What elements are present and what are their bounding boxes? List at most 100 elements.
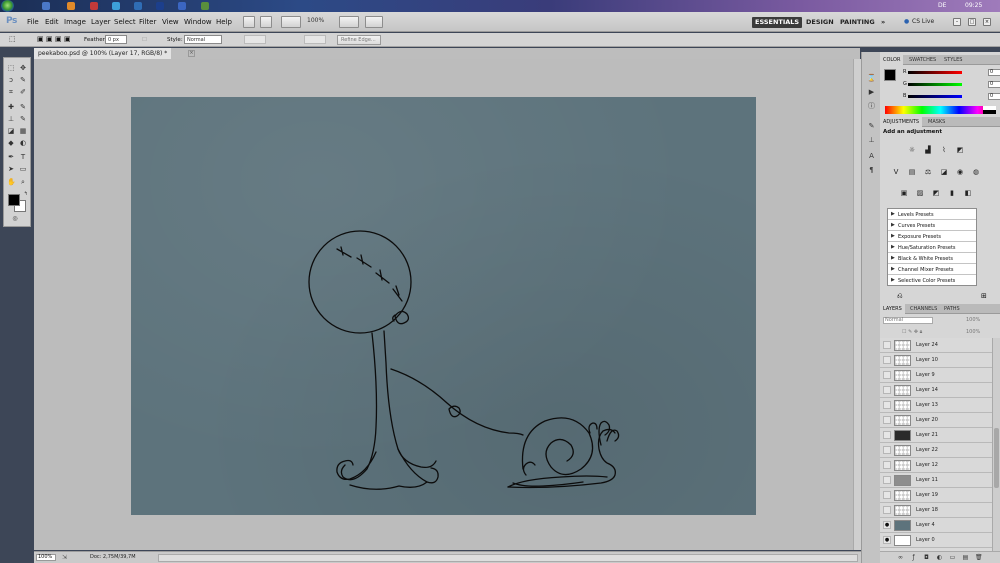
anti-alias-checkbox[interactable]: ☐ — [142, 37, 147, 43]
layer-visibility-icon[interactable] — [883, 431, 891, 439]
preset-item[interactable]: ▶ Hue/Saturation Presets — [888, 242, 976, 253]
layer-visibility-icon[interactable] — [883, 386, 891, 394]
layer-visibility-icon[interactable] — [883, 491, 891, 499]
tab-styles[interactable]: STYLES — [941, 55, 965, 65]
refine-edge-button[interactable]: Refine Edge... — [337, 35, 381, 45]
layer-row[interactable]: Layer 24 — [880, 338, 992, 353]
blue-value-input[interactable]: 0 — [988, 93, 1000, 100]
black-white-ramp[interactable] — [983, 106, 996, 114]
close-document-icon[interactable]: × — [188, 50, 195, 57]
layer-name[interactable]: Layer 20 — [916, 417, 938, 423]
vertical-scrollbar[interactable] — [853, 59, 861, 550]
vibrance-icon[interactable]: V — [891, 168, 901, 177]
menu-view[interactable]: View — [162, 18, 179, 26]
taskbar-app-icon[interactable] — [42, 2, 50, 10]
height-input[interactable] — [304, 35, 326, 44]
workspace-painting[interactable]: PAINTING — [837, 17, 878, 28]
threshold-icon[interactable]: ◩ — [931, 189, 941, 198]
brightness-contrast-icon[interactable]: ☼ — [907, 146, 917, 155]
layer-visibility-icon[interactable] — [883, 371, 891, 379]
zoom-readout[interactable]: 100% — [36, 554, 56, 561]
layer-visibility-icon[interactable] — [883, 416, 891, 424]
red-slider[interactable]: R 0 — [903, 69, 1000, 77]
minimize-icon[interactable]: – — [953, 18, 961, 26]
marquee-tool-preset-icon[interactable]: ⬚ — [9, 35, 16, 43]
history-brush-icon[interactable]: ✎ — [19, 115, 27, 123]
layer-style-icon[interactable]: ƒ — [910, 554, 917, 561]
workspace-design[interactable]: DESIGN — [803, 17, 837, 28]
document-canvas[interactable] — [131, 97, 756, 515]
feather-input[interactable]: 0 px — [105, 35, 127, 44]
adjustments-menu-icon[interactable]: ⊞ — [981, 292, 987, 300]
close-icon[interactable]: × — [983, 18, 991, 26]
layer-thumbnail[interactable] — [894, 385, 911, 396]
start-button[interactable] — [1, 0, 14, 12]
blue-slider[interactable]: B 0 — [903, 93, 1000, 101]
rectangular-marquee-tool-icon[interactable]: ⬚ — [7, 64, 15, 72]
layer-visibility-icon[interactable]: ● — [883, 521, 891, 529]
layer-visibility-icon[interactable] — [883, 476, 891, 484]
zoom-level-select[interactable]: 100% — [307, 17, 324, 24]
layer-row[interactable]: Layer 21 — [880, 428, 992, 443]
tab-masks[interactable]: MASKS — [925, 117, 948, 127]
clone-source-panel-icon[interactable]: ⊥ — [866, 136, 877, 145]
green-track[interactable] — [908, 83, 962, 86]
green-slider[interactable]: G 0 — [903, 81, 1000, 89]
red-track[interactable] — [908, 71, 962, 74]
layer-thumbnail[interactable] — [894, 430, 911, 441]
layer-name[interactable]: Layer 10 — [916, 357, 938, 363]
curves-icon[interactable]: ⌇ — [939, 146, 949, 155]
spot-healing-brush-icon[interactable]: ✚ — [7, 103, 15, 111]
screen-mode-button[interactable] — [365, 16, 383, 28]
taskbar-app-icon[interactable] — [134, 2, 142, 10]
color-balance-icon[interactable]: ⚖ — [923, 168, 933, 177]
preset-item[interactable]: ▶ Curves Presets — [888, 220, 976, 231]
photo-filter-icon[interactable]: ◉ — [955, 168, 965, 177]
export-icon[interactable]: ⇲ — [62, 554, 67, 561]
foreground-color-preview[interactable] — [884, 69, 896, 81]
layer-name[interactable]: Layer 9 — [916, 372, 935, 378]
brushes-panel-icon[interactable]: ✎ — [866, 122, 877, 131]
layer-thumbnail[interactable] — [894, 340, 911, 351]
taskbar-app-icon[interactable] — [90, 2, 98, 10]
new-adjustment-layer-icon[interactable]: ◐ — [936, 554, 943, 561]
dodge-tool-icon[interactable]: ◐ — [19, 139, 27, 147]
layer-thumbnail[interactable] — [894, 415, 911, 426]
view-extras-button[interactable] — [281, 16, 301, 28]
document-size-readout[interactable]: Doc: 2,75M/39,7M — [90, 554, 136, 560]
actions-panel-icon[interactable]: ▶ — [866, 88, 877, 97]
more-workspaces-button[interactable]: » — [878, 17, 888, 28]
layer-name[interactable]: Layer 13 — [916, 402, 938, 408]
horizontal-scrollbar[interactable] — [158, 554, 858, 562]
layers-scrollbar[interactable] — [992, 338, 1000, 551]
tab-layers[interactable]: LAYERS — [880, 304, 905, 314]
layer-name[interactable]: Layer 24 — [916, 342, 938, 348]
arrange-documents-button[interactable] — [339, 16, 359, 28]
layer-name[interactable]: Layer 18 — [916, 507, 938, 513]
shape-tool-icon[interactable]: ▭ — [19, 165, 27, 173]
hand-tool-icon[interactable]: ✋ — [7, 178, 16, 186]
red-value-input[interactable]: 0 — [988, 69, 1000, 76]
layer-row[interactable]: Layer 13 — [880, 398, 992, 413]
new-group-icon[interactable]: ▭ — [949, 554, 956, 561]
layer-visibility-icon[interactable] — [883, 401, 891, 409]
layer-row[interactable]: Layer 19 — [880, 488, 992, 503]
tab-adjustments[interactable]: ADJUSTMENTS — [880, 117, 923, 127]
system-clock[interactable]: 09:25 — [965, 2, 982, 9]
layer-name[interactable]: Layer 22 — [916, 447, 938, 453]
selective-color-icon[interactable]: ◧ — [963, 189, 973, 198]
blend-mode-select[interactable]: Normal — [883, 317, 933, 324]
layer-visibility-icon[interactable] — [883, 506, 891, 514]
layer-name[interactable]: Layer 4 — [916, 522, 935, 528]
tab-paths[interactable]: PATHS — [941, 304, 963, 314]
expand-triangle-icon[interactable]: ▶ — [891, 233, 895, 239]
layer-name[interactable]: Layer 11 — [916, 477, 938, 483]
preset-item[interactable]: ▶ Black & White Presets — [888, 253, 976, 264]
layer-thumbnail[interactable] — [894, 505, 911, 516]
taskbar-app-icon[interactable] — [67, 2, 75, 10]
language-indicator[interactable]: DE — [938, 2, 946, 9]
layer-thumbnail[interactable] — [894, 460, 911, 471]
preset-item[interactable]: ▶ Selective Color Presets — [888, 275, 976, 286]
layer-thumbnail[interactable] — [894, 400, 911, 411]
launch-mini-bridge-button[interactable] — [260, 16, 272, 28]
